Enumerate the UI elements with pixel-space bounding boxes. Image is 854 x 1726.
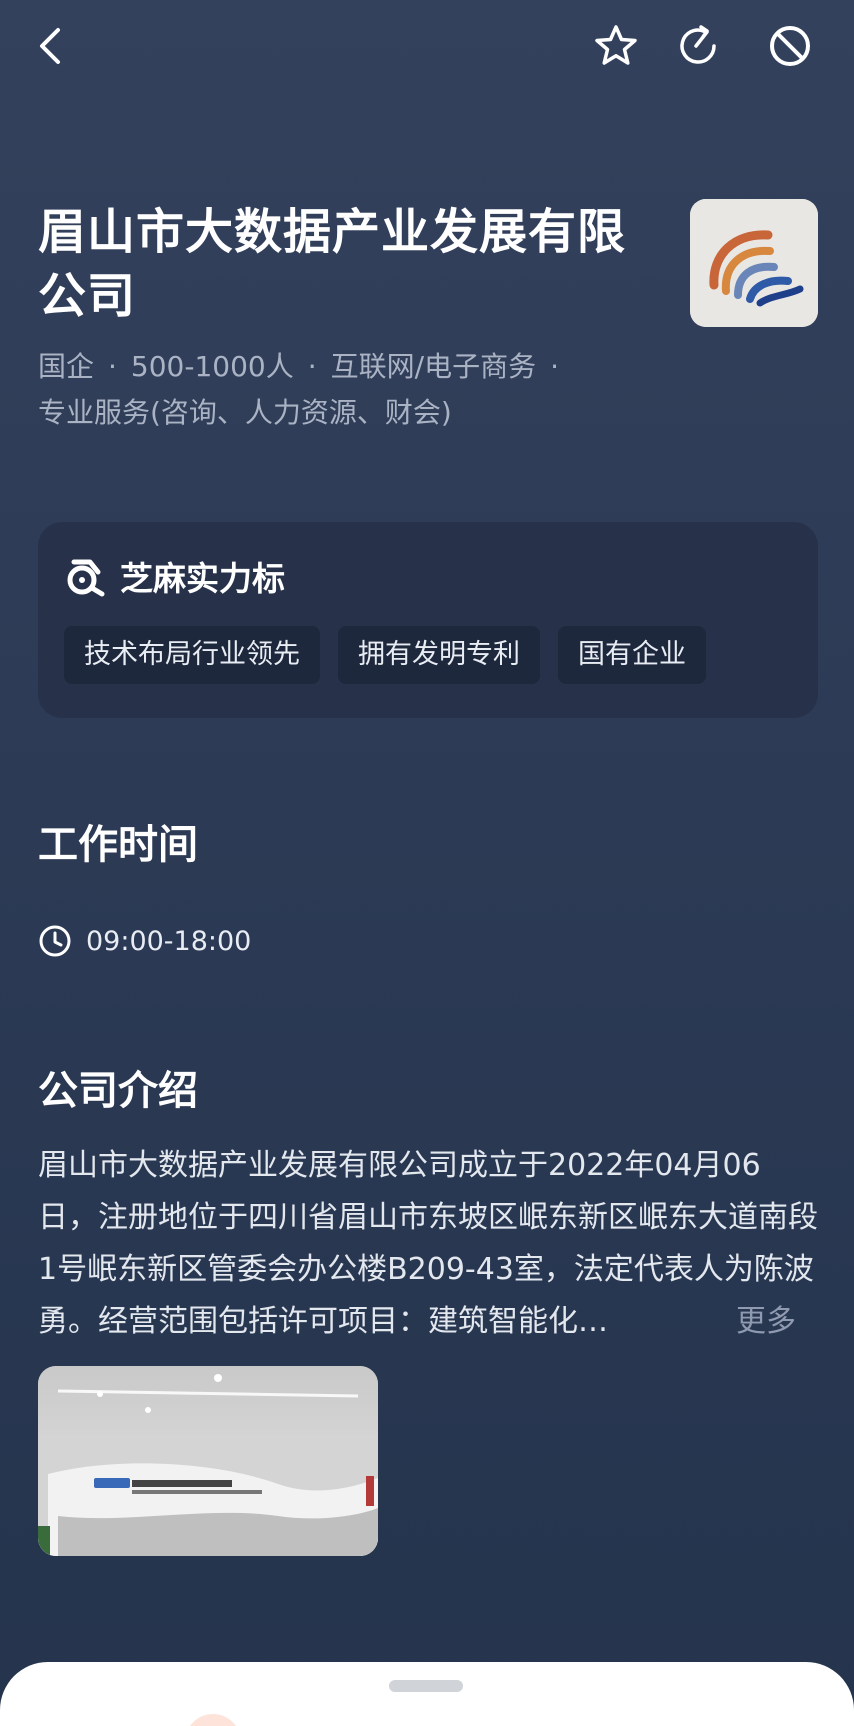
company-logo[interactable] [690,199,818,327]
tag-industry: 互联网/电子商务 [330,350,537,383]
office-photo-image [38,1366,378,1556]
tag-industry-secondary: 专业服务(咨询、人力资源、财会) [38,396,452,429]
zhima-card-header: 芝麻实力标 [64,552,285,600]
share-button[interactable] [670,18,726,74]
more-link[interactable]: 更多 [736,1296,796,1348]
tag-size: 500-1000人 [130,350,294,383]
zhima-strength-card[interactable]: 芝麻实力标 技术布局行业领先 拥有发明专利 国有企业 [38,522,818,718]
separator-dot: · [108,350,117,383]
zhima-title: 芝麻实力标 [120,559,285,598]
share-icon [680,25,716,64]
intro-text: 眉山市大数据产业发展有限公司成立于2022年04月06日，注册地位于四川省眉山市… [38,1148,818,1339]
zhima-tag: 国有企业 [558,626,706,684]
separator-dot: · [307,350,317,383]
top-bar [0,0,854,96]
worktime-hours: 09:00-18:00 [86,925,252,957]
company-tags: 国企 · 500-1000人 · 互联网/电子商务 · 专业服务(咨询、人力资源、财会) [38,344,678,436]
worktime-section-title: 工作时间 [38,822,198,868]
back-button[interactable] [24,18,80,74]
bottom-sheet[interactable] [0,1662,854,1726]
zhima-tag: 技术布局行业领先 [64,626,320,684]
clock-icon [39,925,71,957]
sheet-avatar-peek [185,1714,241,1726]
star-icon [595,25,637,65]
office-photo[interactable] [38,1366,378,1556]
company-logo-icon [690,199,818,327]
separator-dot: · [550,350,559,383]
zhima-tag-list: 技术布局行业领先 拥有发明专利 国有企业 [64,626,706,684]
zhima-logo-icon [67,559,105,597]
favorite-button[interactable] [588,18,644,74]
tag-ownership: 国企 [38,350,95,383]
block-icon [770,26,810,66]
zhima-tag: 拥有发明专利 [338,626,540,684]
block-button[interactable] [762,18,818,74]
back-icon [40,28,60,64]
intro-section-title: 公司介绍 [38,1068,198,1114]
company-name: 眉山市大数据产业发展有限公司 [38,204,627,324]
worktime-row: 09:00-18:00 [38,924,251,958]
sheet-drag-handle[interactable] [389,1680,463,1692]
